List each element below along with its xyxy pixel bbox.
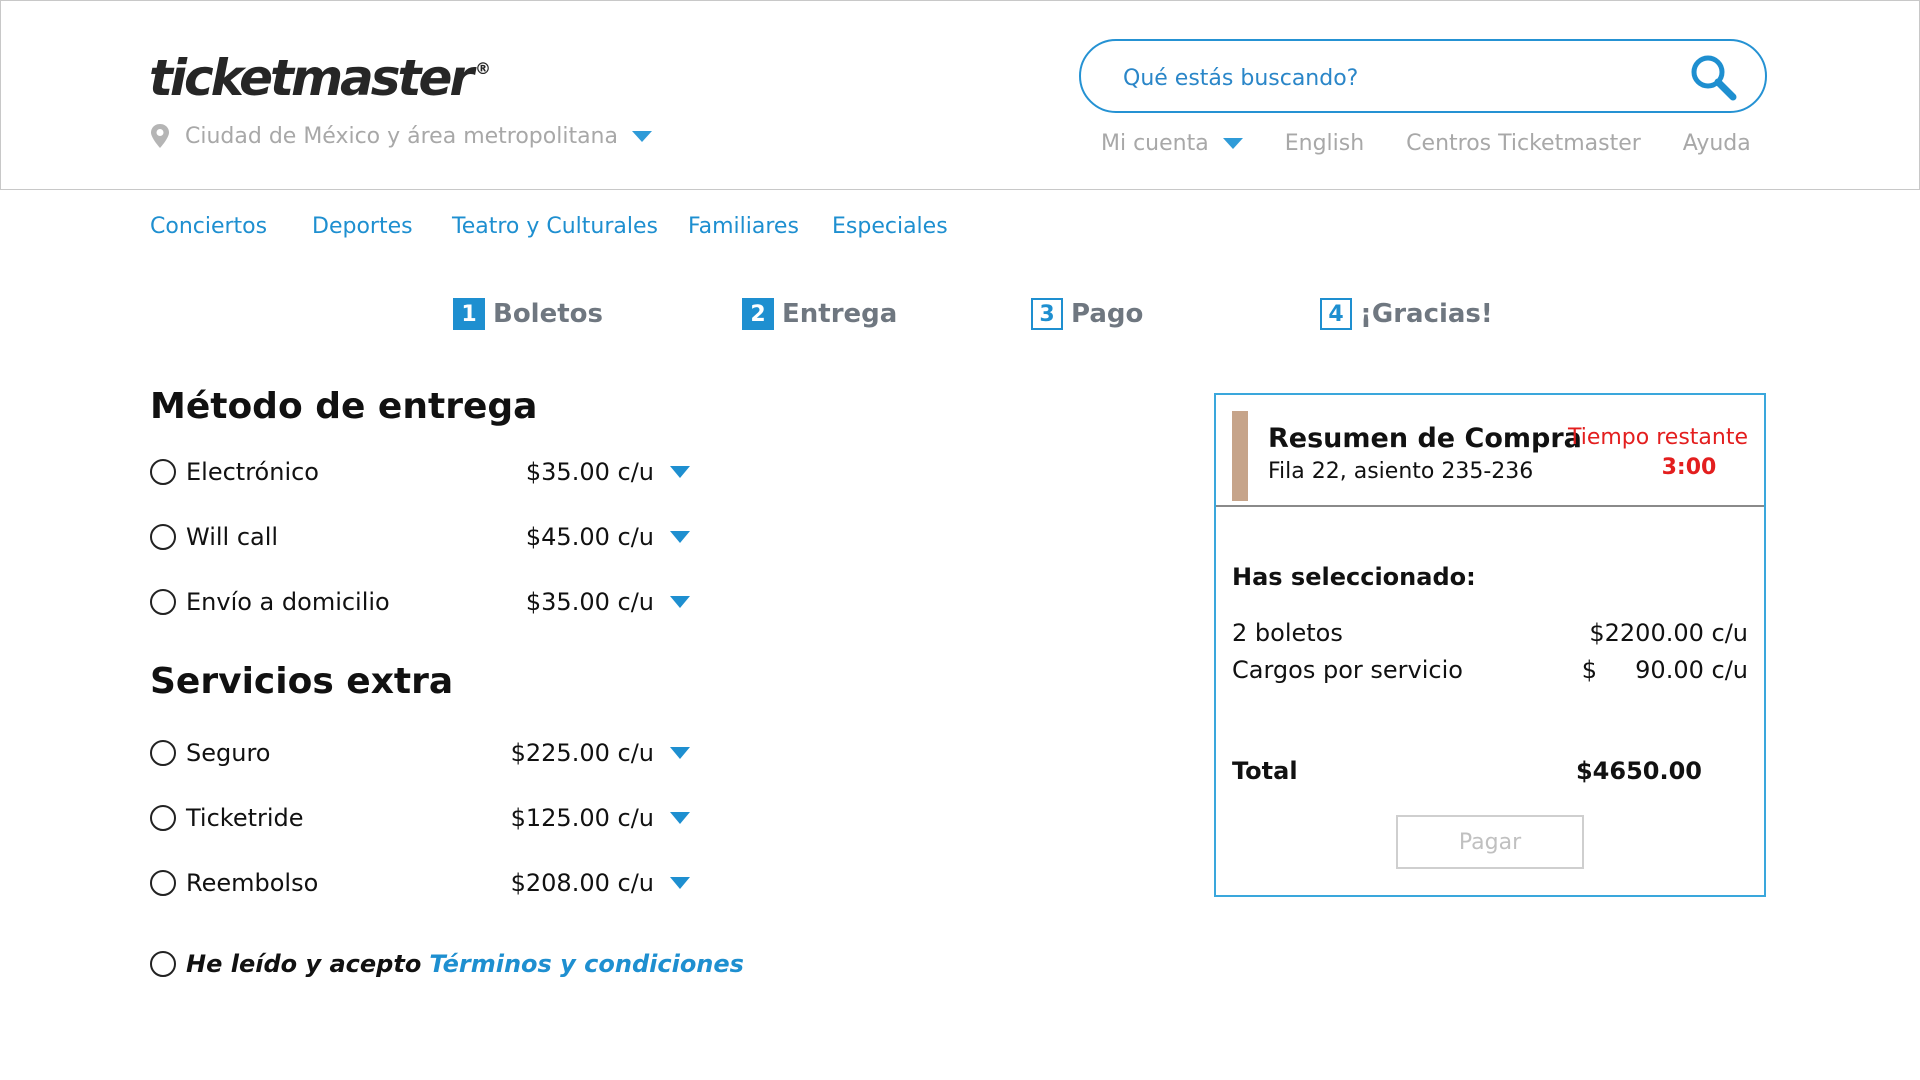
site-header: ticketmaster ® Ciudad de México y área me… xyxy=(0,0,1920,190)
option-price: $225.00 c/u xyxy=(510,739,654,767)
timer-value: 3:00 xyxy=(1661,455,1717,480)
step-entrega[interactable]: 2 Entrega xyxy=(742,298,897,330)
extra-option-reembolso[interactable]: Reembolso $208.00 c/u xyxy=(150,865,690,901)
chevron-down-icon[interactable] xyxy=(670,877,690,889)
terms-radio-button[interactable] xyxy=(150,951,176,977)
pay-button[interactable]: Pagar xyxy=(1396,815,1584,869)
option-price: $208.00 c/u xyxy=(510,869,654,897)
delivery-title: Método de entrega xyxy=(150,386,538,427)
option-label: Electrónico xyxy=(186,458,319,486)
summary-row-value: $2200.00 c/u xyxy=(1589,619,1748,647)
option-label: Envío a domicilio xyxy=(186,588,390,616)
summary-row-label: Cargos por servicio xyxy=(1232,656,1463,684)
chevron-down-icon[interactable] xyxy=(670,747,690,759)
radio-button[interactable] xyxy=(150,524,176,550)
summary-accent-bar xyxy=(1232,411,1248,501)
category-familiares[interactable]: Familiares xyxy=(688,214,799,239)
summary-total-row: Total $4650.00 xyxy=(1232,757,1702,785)
location-selector[interactable]: Ciudad de México y área metropolitana xyxy=(149,123,652,149)
category-deportes[interactable]: Deportes xyxy=(312,214,413,239)
top-nav: Mi cuenta English Centros Ticketmaster A… xyxy=(1101,131,1793,156)
location-pin-icon xyxy=(151,124,169,148)
centers-link[interactable]: Centros Ticketmaster xyxy=(1406,131,1641,156)
delivery-option-domicilio[interactable]: Envío a domicilio $35.00 c/u xyxy=(150,584,690,620)
chevron-down-icon xyxy=(1222,138,1243,149)
radio-button[interactable] xyxy=(150,805,176,831)
selected-title: Has seleccionado: xyxy=(1232,563,1476,591)
summary-title: Resumen de Compra xyxy=(1268,423,1582,454)
registered-mark: ® xyxy=(475,59,492,78)
option-label: Ticketride xyxy=(186,804,304,832)
terms-link[interactable]: Términos y condiciones xyxy=(429,950,744,978)
summary-row-service: Cargos por servicio $ 90.00 c/u xyxy=(1232,656,1748,684)
category-especiales[interactable]: Especiales xyxy=(832,214,948,239)
extras-title: Servicios extra xyxy=(150,661,454,702)
total-label: Total xyxy=(1232,757,1298,785)
chevron-down-icon[interactable] xyxy=(670,812,690,824)
chevron-down-icon xyxy=(632,130,652,142)
timer-label: Tiempo restante xyxy=(1567,425,1748,450)
chevron-down-icon[interactable] xyxy=(670,466,690,478)
my-account-label: Mi cuenta xyxy=(1101,131,1209,156)
radio-button[interactable] xyxy=(150,870,176,896)
option-price: $125.00 c/u xyxy=(510,804,654,832)
summary-row-label: 2 boletos xyxy=(1232,619,1343,647)
option-price: $45.00 c/u xyxy=(525,523,654,551)
option-price: $35.00 c/u xyxy=(525,458,654,486)
option-label: Will call xyxy=(186,523,279,551)
chevron-down-icon[interactable] xyxy=(670,596,690,608)
extra-option-ticketride[interactable]: Ticketride $125.00 c/u xyxy=(150,800,690,836)
delivery-option-electronico[interactable]: Electrónico $35.00 c/u xyxy=(150,454,690,490)
chevron-down-icon[interactable] xyxy=(670,531,690,543)
step-label: Pago xyxy=(1071,299,1144,329)
search-icon[interactable] xyxy=(1687,51,1739,103)
category-conciertos[interactable]: Conciertos xyxy=(150,214,267,239)
summary-row-tickets: 2 boletos $2200.00 c/u xyxy=(1232,619,1748,647)
centers-label: Centros Ticketmaster xyxy=(1406,131,1641,156)
step-label: Boletos xyxy=(493,299,603,329)
step-number: 4 xyxy=(1320,298,1352,330)
seat-info: Fila 22, asiento 235-236 xyxy=(1268,459,1534,484)
purchase-summary-panel: Resumen de Compra Fila 22, asiento 235-2… xyxy=(1214,393,1766,897)
step-label: Entrega xyxy=(782,299,898,329)
search-bar xyxy=(1079,39,1767,113)
radio-button[interactable] xyxy=(150,459,176,485)
option-label: Reembolso xyxy=(186,869,319,897)
total-value: $4650.00 xyxy=(1575,757,1702,785)
category-teatro[interactable]: Teatro y Culturales xyxy=(452,214,658,239)
terms-text: He leído y acepto xyxy=(186,950,422,978)
summary-row-value: $ 90.00 c/u xyxy=(1581,656,1748,684)
step-boletos[interactable]: 1 Boletos xyxy=(453,298,603,330)
step-number: 1 xyxy=(453,298,485,330)
radio-button[interactable] xyxy=(150,589,176,615)
language-link[interactable]: English xyxy=(1285,131,1364,156)
ticketmaster-logo[interactable]: ticketmaster ® xyxy=(149,49,491,107)
summary-header: Resumen de Compra Fila 22, asiento 235-2… xyxy=(1216,395,1764,507)
option-label: Seguro xyxy=(186,739,271,767)
option-price: $35.00 c/u xyxy=(525,588,654,616)
location-label: Ciudad de México y área metropolitana xyxy=(185,123,618,149)
my-account-menu[interactable]: Mi cuenta xyxy=(1101,131,1243,156)
help-link[interactable]: Ayuda xyxy=(1683,131,1751,156)
extra-option-seguro[interactable]: Seguro $225.00 c/u xyxy=(150,735,690,771)
terms-row: He leído y acepto Términos y condiciones xyxy=(150,950,744,978)
step-pago[interactable]: 3 Pago xyxy=(1031,298,1143,330)
step-number: 3 xyxy=(1031,298,1063,330)
logo-text: ticketmaster xyxy=(149,49,474,107)
radio-button[interactable] xyxy=(150,740,176,766)
help-label: Ayuda xyxy=(1682,131,1751,156)
search-input[interactable] xyxy=(1121,59,1645,97)
step-label: ¡Gracias! xyxy=(1360,299,1493,329)
delivery-option-will-call[interactable]: Will call $45.00 c/u xyxy=(150,519,690,555)
step-gracias[interactable]: 4 ¡Gracias! xyxy=(1320,298,1493,330)
step-number: 2 xyxy=(742,298,774,330)
language-label: English xyxy=(1284,131,1365,156)
